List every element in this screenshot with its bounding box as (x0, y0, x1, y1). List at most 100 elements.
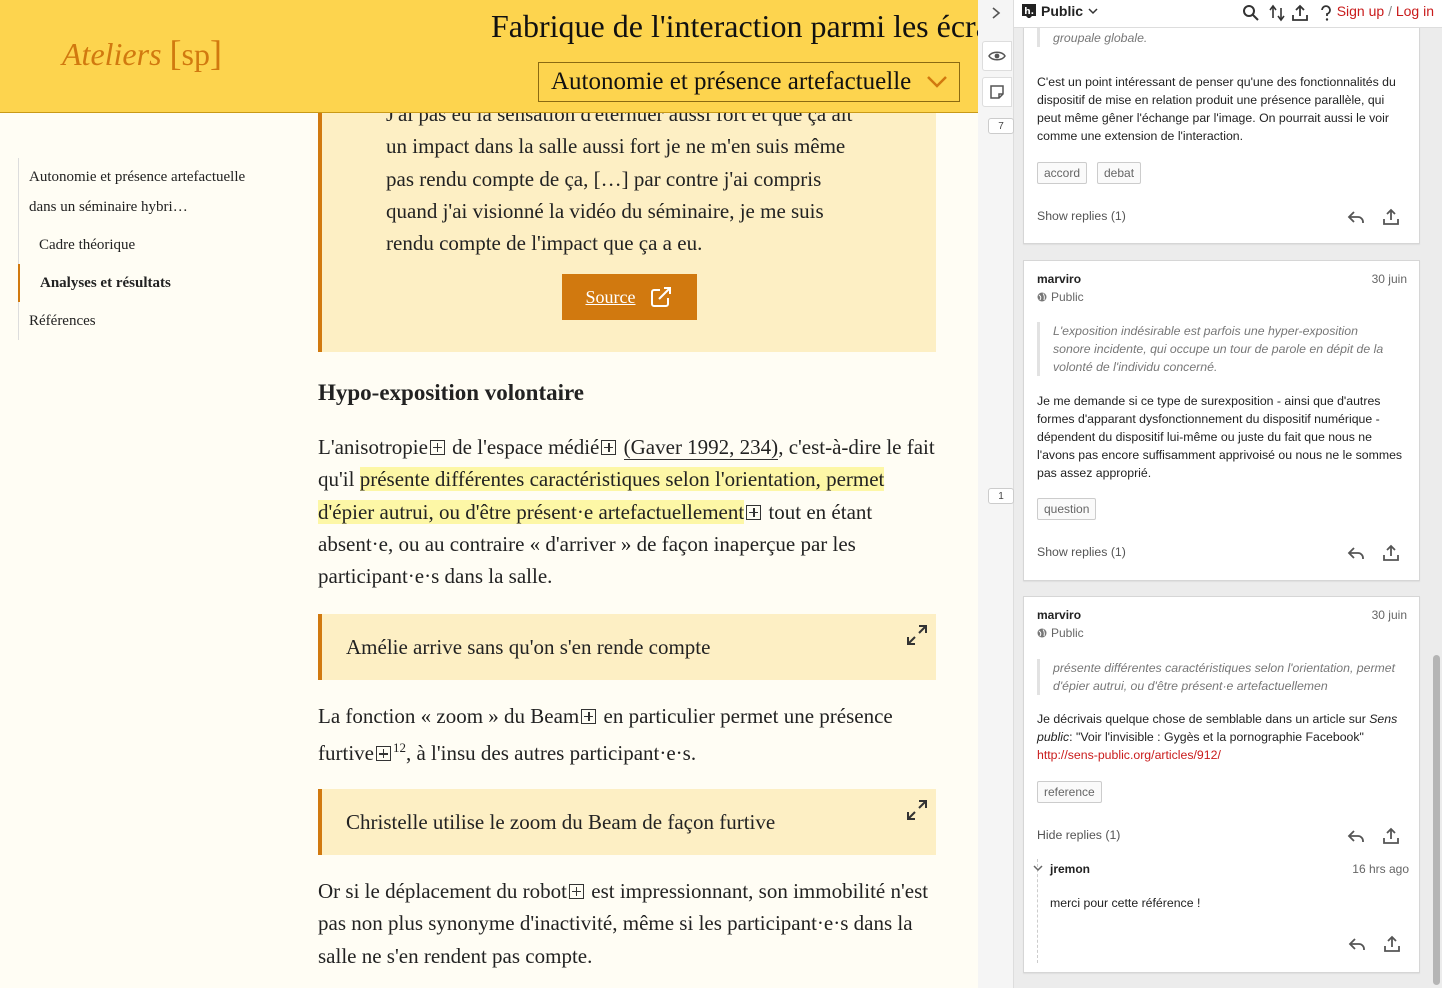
footnote-ref[interactable]: 12 (393, 740, 406, 755)
paragraph-anisotropie: L'anisotropie de l'espace médié (Gaver 1… (318, 431, 936, 592)
privacy-label: Public (1051, 290, 1084, 304)
share-icon[interactable] (1382, 208, 1400, 226)
hypothesis-logo-icon: h. (1022, 4, 1036, 18)
external-link-icon (651, 287, 672, 307)
share-icon[interactable] (1291, 4, 1309, 22)
logo-bracket-close: ] (209, 33, 222, 73)
hide-replies-button[interactable]: Hide replies (1) (1037, 828, 1120, 842)
tag[interactable]: reference (1037, 781, 1102, 803)
reply-date[interactable]: 16 hrs ago (1352, 862, 1409, 876)
chevron-right-icon[interactable] (990, 6, 1002, 20)
group-selector[interactable]: h. Public (1022, 3, 1098, 19)
annotation-body: Je décrivais quelque chose de semblable … (1037, 710, 1409, 764)
group-label: Public (1041, 3, 1084, 19)
share-icon[interactable] (1382, 544, 1400, 562)
media-box-amelie[interactable]: Amélie arrive sans qu'on s'en rende comp… (318, 614, 936, 680)
new-note-button[interactable] (982, 77, 1012, 107)
reply-body: merci pour cette référence ! (1050, 896, 1201, 910)
para-text: Or si le déplacement du robot (318, 879, 568, 903)
sort-icon[interactable] (1268, 4, 1286, 22)
expand-note-icon[interactable] (375, 746, 391, 762)
source-button[interactable]: Source (562, 274, 697, 320)
annotation-quote: présente différentes caractéristiques se… (1037, 659, 1397, 695)
citation-link[interactable]: (Gaver 1992, 234) (623, 435, 779, 460)
annotation-date[interactable]: 30 juin (1372, 272, 1407, 286)
expand-icon[interactable] (906, 624, 928, 646)
quote-line: un impact dans la salle aussi fort je ne… (386, 134, 846, 159)
annotation-count-badge[interactable]: 1 (988, 488, 1014, 504)
site-logo[interactable]: Ateliers [sp] (62, 32, 222, 74)
note-icon (990, 85, 1004, 99)
body-link[interactable]: http://sens-public.org/articles/912/ (1037, 748, 1221, 762)
reply-icon[interactable] (1347, 827, 1365, 845)
annotation-author[interactable]: marviro (1037, 608, 1081, 622)
quote-line: pas rendu compte de ça, […] par contre j… (386, 166, 822, 191)
svg-text:h.: h. (1024, 7, 1034, 17)
show-replies-button[interactable]: Show replies (1) (1037, 209, 1126, 223)
chevron-down-icon (1088, 8, 1098, 15)
annotation-card: marviro 30 juin Public L'exposition indé… (1023, 260, 1420, 581)
body-text: : "Voir l'invisible : Gygès et la pornog… (1069, 730, 1364, 744)
site-header: Ateliers [sp] Fabrique de l'interaction … (0, 0, 992, 113)
toc-item-analyses[interactable]: Analyses et résultats (18, 264, 278, 302)
section-select-value: Autonomie et présence artefactuelle (551, 68, 912, 95)
chevron-down-icon (927, 76, 947, 88)
media-box-christelle[interactable]: Christelle utilise le zoom du Beam de fa… (318, 789, 936, 855)
logo-bracket-open: [ (169, 33, 182, 73)
expand-note-icon[interactable] (601, 440, 617, 455)
share-icon[interactable] (1383, 935, 1401, 953)
media-caption: Amélie arrive sans qu'on s'en rende comp… (346, 634, 711, 659)
tag[interactable]: debat (1097, 162, 1142, 184)
annotation-author[interactable]: marviro (1037, 272, 1081, 286)
table-of-contents: Autonomie et présence artefactuelle dans… (18, 158, 278, 340)
expand-note-icon[interactable] (746, 504, 762, 520)
panel-topbar: h. Public Sign up / Log in (1014, 0, 1442, 28)
search-icon[interactable] (1242, 4, 1260, 22)
para-text: de l'espace médié (446, 435, 600, 459)
show-replies-button[interactable]: Show replies (1) (1037, 545, 1126, 559)
toc-item-references[interactable]: Références (19, 302, 278, 340)
para-text: L'anisotropie (318, 435, 428, 459)
reply-author[interactable]: jremon (1050, 862, 1090, 876)
annotation-body: Je me demande si ce type de surexpositio… (1037, 394, 1403, 480)
body-text: Je décrivais quelque chose de semblable … (1037, 712, 1370, 726)
privacy-indicator: Public (1037, 626, 1084, 640)
reply-icon[interactable] (1347, 208, 1365, 226)
privacy-indicator: Public (1037, 290, 1084, 304)
paragraph-zoom: La fonction « zoom » du Beam en particul… (318, 700, 936, 770)
annotation-quote: L'exposition indésirable est parfois une… (1037, 322, 1397, 376)
signup-link[interactable]: Sign up (1337, 3, 1384, 19)
paragraph-robot: Or si le déplacement du robot est impres… (318, 875, 936, 972)
auth-links: Sign up / Log in (1337, 3, 1434, 19)
toc-item-intro-cont[interactable]: dans un séminaire hybri… (19, 188, 278, 226)
para-text: La fonction « zoom » du Beam (318, 704, 580, 728)
expand-note-icon[interactable] (569, 884, 585, 899)
annotation-card: les participant·e·s ne cherchent plus le… (1023, 0, 1420, 244)
chevron-down-icon[interactable] (1032, 863, 1044, 873)
reply-thread: jremon 16 hrs ago merci pour cette référ… (1033, 859, 1409, 963)
tag[interactable]: accord (1037, 162, 1088, 184)
reply-icon[interactable] (1348, 935, 1366, 953)
section-select[interactable]: Autonomie et présence artefactuelle (538, 62, 960, 102)
share-icon[interactable] (1382, 827, 1400, 845)
auth-separator: / (1388, 3, 1392, 19)
login-link[interactable]: Log in (1396, 3, 1434, 19)
expand-note-icon[interactable] (581, 709, 597, 724)
toc-item-cadre[interactable]: Cadre théorique (19, 226, 278, 264)
annotation-date[interactable]: 30 juin (1372, 608, 1407, 622)
expand-icon[interactable] (906, 799, 928, 821)
reply-icon[interactable] (1347, 544, 1365, 562)
annotation-count-badge[interactable]: 7 (988, 118, 1014, 134)
logo-text: Ateliers (62, 36, 162, 72)
toc-item-intro[interactable]: Autonomie et présence artefactuelle (19, 158, 278, 196)
globe-icon (1037, 628, 1047, 638)
expand-note-icon[interactable] (429, 440, 445, 455)
privacy-label: Public (1051, 626, 1084, 640)
annotation-card: marviro 30 juin Public présente différen… (1023, 596, 1420, 973)
eye-icon (988, 51, 1006, 61)
section-heading: Hypo-exposition volontaire (318, 380, 585, 405)
help-icon[interactable] (1317, 4, 1335, 22)
show-highlights-button[interactable] (982, 41, 1012, 71)
tag[interactable]: question (1037, 498, 1097, 520)
panel-scrollbar[interactable] (1433, 655, 1440, 985)
